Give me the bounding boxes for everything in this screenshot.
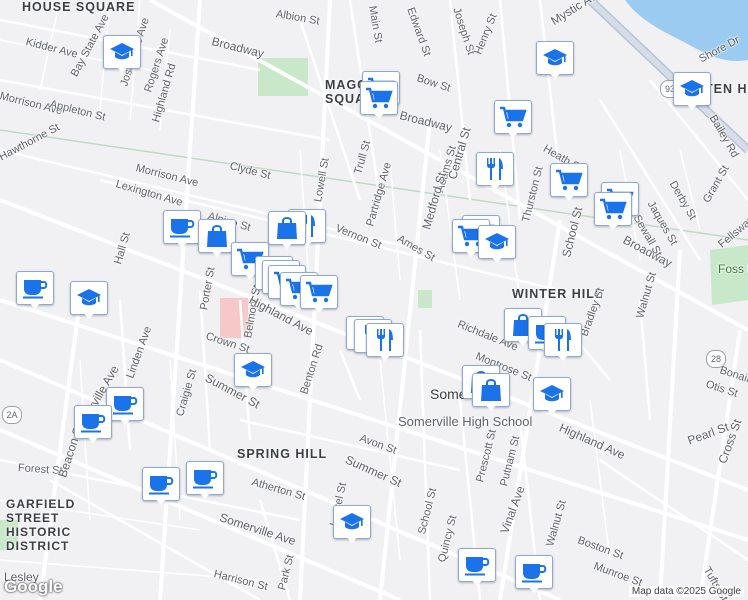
cafe-icon — [163, 210, 201, 244]
school-icon — [533, 377, 571, 411]
cart-icon — [594, 192, 632, 226]
marker-pointer — [685, 102, 699, 110]
marker-pointer — [606, 222, 620, 230]
cafe-icon — [186, 461, 224, 495]
landmark-label: Foss Park — [718, 262, 748, 276]
cafe-icon — [74, 405, 112, 439]
poi-marker[interactable] — [472, 373, 510, 413]
cafe-icon — [458, 548, 496, 582]
poi-marker[interactable] — [70, 281, 108, 321]
poi-marker[interactable] — [515, 555, 553, 595]
area-label: TEN HILLS — [705, 82, 748, 96]
area-label: GARFIELD STREET HISTORIC DISTRICT — [6, 497, 76, 553]
area-label: HOUSE SQUARE — [22, 0, 136, 14]
marker-pointer — [115, 65, 129, 73]
marker-pointer — [312, 305, 326, 313]
route-shield: 2A — [2, 406, 22, 424]
poi-marker[interactable] — [360, 81, 398, 121]
school-icon — [103, 35, 141, 69]
marker-pointer — [82, 311, 96, 319]
poi-marker[interactable] — [533, 377, 571, 417]
restaurant-icon — [366, 323, 404, 357]
marker-pointer — [556, 353, 570, 361]
school-icon — [333, 505, 371, 539]
marker-pointer — [345, 535, 359, 543]
poi-marker[interactable] — [163, 210, 201, 250]
park-area — [418, 290, 432, 308]
poi-marker[interactable] — [550, 163, 588, 203]
route-shield: 28 — [706, 350, 726, 368]
marker-pointer — [246, 383, 260, 391]
restaurant-icon — [476, 152, 514, 186]
marker-pointer — [490, 255, 504, 263]
marker-pointer — [562, 193, 576, 201]
marker-pointer — [28, 301, 42, 309]
poi-marker[interactable] — [333, 505, 371, 545]
cafe-icon — [515, 555, 553, 589]
cart-icon — [300, 275, 338, 309]
marker-pointer — [378, 353, 392, 361]
poi-marker[interactable] — [458, 548, 496, 588]
marker-pointer — [86, 435, 100, 443]
marker-pointer — [545, 407, 559, 415]
marker-pointer — [488, 182, 502, 190]
marker-pointer — [527, 585, 541, 593]
marker-pointer — [118, 417, 132, 425]
attribution: Map data ©2025 Google — [628, 586, 744, 597]
landmark-label: Somerville High School — [398, 414, 533, 429]
poi-marker[interactable] — [366, 323, 404, 363]
poi-marker[interactable] — [103, 35, 141, 75]
poi-marker[interactable] — [74, 405, 112, 445]
marker-pointer — [372, 111, 386, 119]
marker-pointer — [280, 241, 294, 249]
poi-marker[interactable] — [494, 100, 532, 140]
school-icon — [536, 41, 574, 75]
map-canvas[interactable]: HOUSE SQUARE MAGOUN SQUARE TEN HILLS WIN… — [0, 0, 748, 600]
school-icon — [478, 225, 516, 259]
marker-pointer — [154, 497, 168, 505]
marker-pointer — [484, 403, 498, 411]
shopping-bag-icon — [472, 373, 510, 407]
school-icon — [70, 281, 108, 315]
marker-pointer — [464, 249, 478, 257]
poi-marker[interactable] — [673, 72, 711, 112]
cafe-icon — [142, 467, 180, 501]
cart-icon — [494, 100, 532, 134]
school-icon — [234, 353, 272, 387]
area-label: SPRING HILL — [237, 447, 328, 461]
marker-pointer — [175, 240, 189, 248]
poi-marker[interactable] — [594, 192, 632, 232]
marker-pointer — [470, 578, 484, 586]
poi-marker[interactable] — [544, 323, 582, 363]
shopping-bag-icon — [268, 211, 306, 245]
poi-marker[interactable] — [300, 275, 338, 315]
poi-marker[interactable] — [142, 467, 180, 507]
marker-pointer — [198, 491, 212, 499]
restaurant-icon — [544, 323, 582, 357]
cart-icon — [550, 163, 588, 197]
poi-marker[interactable] — [186, 461, 224, 501]
school-icon — [673, 72, 711, 106]
cart-icon — [360, 81, 398, 115]
poi-marker[interactable] — [536, 41, 574, 81]
marker-pointer — [210, 249, 224, 257]
poi-marker[interactable] — [16, 271, 54, 311]
poi-marker[interactable] — [268, 211, 306, 251]
google-logo: Google — [4, 577, 63, 596]
poi-marker[interactable] — [234, 353, 272, 393]
poi-marker[interactable] — [478, 225, 516, 265]
marker-pointer — [506, 130, 520, 138]
cafe-icon — [16, 271, 54, 305]
marker-pointer — [548, 71, 562, 79]
poi-marker[interactable] — [476, 152, 514, 192]
